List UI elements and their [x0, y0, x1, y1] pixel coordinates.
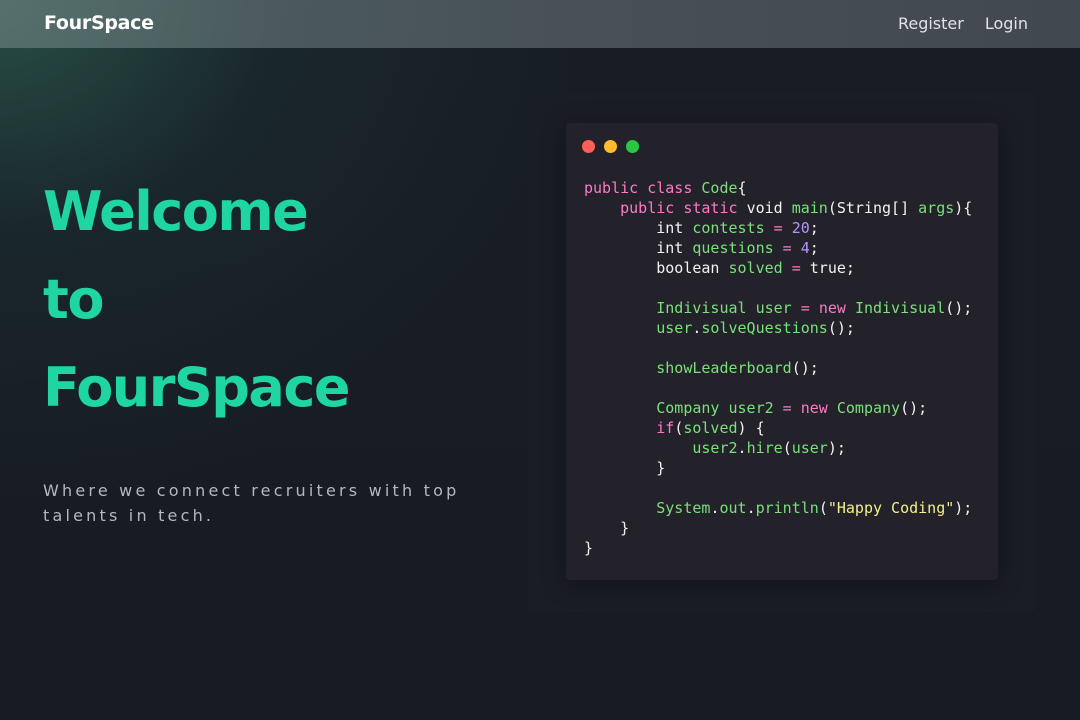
hero-tagline: Where we connect recruiters with top tal… [43, 481, 460, 525]
code-line: user.solveQuestions(); [584, 318, 972, 338]
code-token: ){ [954, 199, 973, 217]
nav-links: Register Login [898, 14, 1028, 33]
code-window: public class Code{ public static void ma… [566, 123, 998, 580]
code-token: ( [818, 499, 828, 517]
code-line: } [584, 538, 972, 558]
code-token: solveQuestions [701, 319, 828, 337]
window-controls [582, 140, 639, 153]
code-token: ); [954, 499, 973, 517]
code-token: if [584, 419, 675, 437]
login-link[interactable]: Login [985, 14, 1028, 33]
code-token: hire [746, 439, 783, 457]
code-token: ( [782, 439, 792, 457]
close-dot-icon [582, 140, 595, 153]
code-token: user2 [584, 439, 738, 457]
code-token: = [764, 219, 792, 237]
code-token: ) { [737, 419, 765, 437]
code-line: public static void main(String[] args){ [584, 198, 972, 218]
navbar: FourSpace Register Login [0, 0, 1080, 48]
code-line: Company user2 = new Company(); [584, 398, 972, 418]
hero-title-line-1: Welcome [43, 180, 309, 243]
code-token: (); [945, 299, 973, 317]
code-token: ( [674, 419, 684, 437]
code-token: true [809, 259, 846, 277]
code-token: solved [683, 419, 738, 437]
code-token: } [584, 519, 630, 537]
code-token: boolean [584, 259, 729, 277]
code-token: args [918, 199, 955, 217]
code-token: (); [900, 399, 928, 417]
code-line: if(solved) { [584, 418, 972, 438]
code-line: user2.hire(user); [584, 438, 972, 458]
code-token: 20 [791, 219, 810, 237]
code-line: boolean solved = true; [584, 258, 972, 278]
code-token: ); [827, 439, 846, 457]
code-line: } [584, 518, 972, 538]
code-token: { [737, 179, 747, 197]
minimize-dot-icon [604, 140, 617, 153]
code-line: public class Code{ [584, 178, 972, 198]
hero-title-line-2: to [43, 268, 104, 331]
code-token: "Happy Coding" [827, 499, 955, 517]
code-token: ; [809, 239, 819, 257]
code-token: showLeaderboard [584, 359, 792, 377]
code-token: (String[] [827, 199, 919, 217]
hero-title-line-3: FourSpace [43, 356, 351, 419]
code-token: Indivisual [854, 299, 946, 317]
code-token: int [584, 219, 693, 237]
code-token: contests [692, 219, 765, 237]
code-line: } [584, 458, 972, 478]
code-token: = [791, 299, 819, 317]
code-token: . [746, 499, 756, 517]
code-snippet: public class Code{ public static void ma… [584, 178, 972, 558]
code-line: showLeaderboard(); [584, 358, 972, 378]
code-token: . [737, 439, 747, 457]
code-token: Indivisual user [584, 299, 792, 317]
brand-logo-link[interactable]: FourSpace [44, 12, 154, 34]
register-link[interactable]: Register [898, 14, 964, 33]
hero-title: Welcome to FourSpace [43, 168, 351, 432]
code-token: public class [584, 179, 702, 197]
code-token: user [584, 319, 693, 337]
code-line: int contests = 20; [584, 218, 972, 238]
code-token: (); [827, 319, 855, 337]
code-token: Company [836, 399, 901, 417]
code-token: new [818, 299, 855, 317]
code-token: int [584, 239, 693, 257]
code-token: ; [809, 219, 819, 237]
code-token: public static [584, 199, 747, 217]
code-line: int questions = 4; [584, 238, 972, 258]
code-line: System.out.println("Happy Coding"); [584, 498, 972, 518]
code-token: Code [701, 179, 738, 197]
code-token: = [773, 239, 801, 257]
code-token: user [791, 439, 828, 457]
code-token: System [584, 499, 711, 517]
code-token: ; [845, 259, 855, 277]
code-token: main [791, 199, 828, 217]
code-token: void [746, 199, 792, 217]
code-token: solved [728, 259, 783, 277]
code-token: out [719, 499, 747, 517]
code-token: } [584, 459, 666, 477]
code-token: = [773, 399, 801, 417]
code-token: 4 [800, 239, 810, 257]
code-token: new [800, 399, 837, 417]
maximize-dot-icon [626, 140, 639, 153]
code-line: Indivisual user = new Indivisual(); [584, 298, 972, 318]
code-token: Company user2 [584, 399, 774, 417]
code-token: = [782, 259, 810, 277]
code-token: } [584, 539, 594, 557]
code-token: println [755, 499, 819, 517]
code-token: (); [791, 359, 819, 377]
code-token: questions [692, 239, 774, 257]
